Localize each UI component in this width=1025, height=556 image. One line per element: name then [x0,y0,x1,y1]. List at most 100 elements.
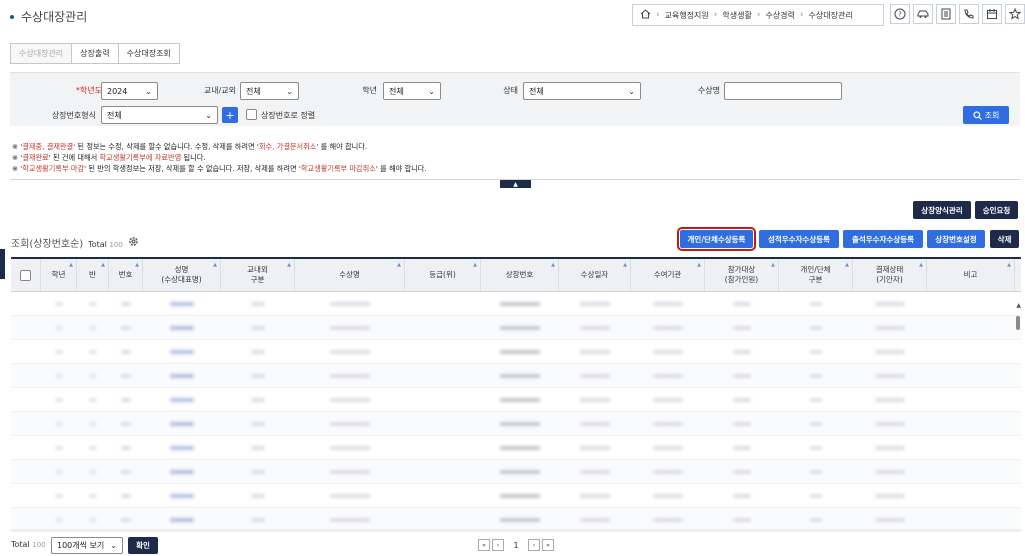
page-size-select[interactable]: 100개씩 보기 ⌄ [51,537,123,554]
column-header[interactable]: 개인/단체 구분 ▲ [779,259,853,291]
column-header[interactable]: 반 ▲ [77,259,109,291]
form-management-button[interactable]: 상장양식관리 [913,201,971,219]
status-select[interactable]: 전체 ⌄ [523,82,641,100]
sort-icon[interactable]: ▲ [213,260,217,270]
breadcrumb-item[interactable]: 교육행정지원 [665,10,709,21]
current-page[interactable]: 1 [506,541,526,550]
table-row[interactable] [11,412,1021,436]
page-size-confirm-button[interactable]: 확인 [128,537,158,554]
sort-icon[interactable]: ▲ [397,260,401,270]
table-cell [143,460,221,483]
grade-select[interactable]: 전체 ⌄ [383,82,441,100]
next-page-icon[interactable]: › [528,539,540,551]
approval-request-button[interactable]: 승인요청 [975,201,1018,219]
star-icon[interactable] [1005,4,1025,24]
breadcrumb-item[interactable]: 학생생활 [722,10,751,21]
breadcrumb-item[interactable]: 수상대장관리 [809,10,853,21]
column-header[interactable]: 참가대상 (참가인원) ▲ [705,259,779,291]
sort-icon[interactable]: ▲ [287,260,291,270]
table-row[interactable] [11,484,1021,508]
tab-certificate-print[interactable]: 상장출력 [72,43,119,64]
award-name-input[interactable] [724,82,842,100]
prev-page-icon[interactable]: ‹ [492,539,504,551]
column-header[interactable]: 번호 ▲ [109,259,143,291]
redacted-value [330,325,370,330]
column-header[interactable]: 수상일자 ▲ [559,259,631,291]
sort-icon[interactable]: ▲ [697,260,701,270]
year-select[interactable]: 2024 ⌄ [101,82,158,100]
column-header[interactable]: 성명 (수상대표명) ▲ [143,259,221,291]
side-panel-handle[interactable] [0,249,5,279]
column-header[interactable]: 교내외 구분 ▲ [221,259,295,291]
sort-icon[interactable]: ▲ [1007,260,1011,270]
redacted-value [810,325,822,330]
search-button[interactable]: 조회 [963,106,1009,124]
table-row[interactable] [11,508,1021,529]
grade-excellence-award-register-button[interactable]: 성적우수자수상등록 [759,230,839,248]
table-row[interactable] [11,292,1021,316]
column-header[interactable]: 수상명 ▲ [295,259,405,291]
vertical-scrollbar-thumb[interactable] [1016,316,1020,330]
sort-icon[interactable]: ▲ [135,260,139,270]
total-count: Total 100 [88,240,123,249]
column-header[interactable]: 등급(위) ▲ [405,259,481,291]
redacted-value [500,517,540,522]
select-all-header[interactable] [11,259,41,291]
car-icon[interactable] [913,4,933,24]
calendar-icon[interactable] [982,4,1002,24]
first-page-icon[interactable]: « [478,539,490,551]
column-header[interactable]: 상장번호 ▲ [481,259,559,291]
scroll-up-icon[interactable]: ▲ [1016,302,1021,309]
tab-award-register[interactable]: 수상대장관리 [10,43,73,64]
redacted-value [251,301,265,306]
attendance-excellence-award-register-button[interactable]: 출석우수자수상등록 [843,230,923,248]
individual-group-award-register-button[interactable]: 개인/단체수상등록 [677,227,756,251]
table-row[interactable] [11,316,1021,340]
table-header: 학년 ▲ 반 ▲ 번호 ▲ 성명 (수상대표명) ▲ 교내외 구분 ▲ 수상명 ▲ 등급(위) ▲ 상장번호… [11,259,1021,292]
phone-icon[interactable] [959,4,979,24]
table-cell [109,508,143,529]
horizontal-scrollbar[interactable] [11,529,1021,532]
redacted-value [251,421,265,426]
breadcrumb-item[interactable]: 수상경력 [765,10,794,21]
sort-icon[interactable]: ▲ [101,260,105,270]
delete-button[interactable]: 삭제 [990,230,1019,248]
sort-icon[interactable]: ▲ [919,260,923,270]
column-header[interactable]: 수여기관 ▲ [631,259,705,291]
last-page-icon[interactable]: » [542,539,554,551]
certificate-number-setting-button[interactable]: 상장번호설정 [927,230,985,248]
format-select[interactable]: 전체 ⌄ [101,106,218,124]
table-row[interactable] [11,436,1021,460]
table-cell [927,340,1015,363]
column-header[interactable]: 학년 ▲ [41,259,77,291]
sort-by-number-checkbox[interactable] [246,109,257,120]
column-header[interactable]: 결재상태 (기안자) ▲ [853,259,927,291]
help-icon[interactable]: ? [890,4,910,24]
sort-icon[interactable]: ▲ [551,260,555,270]
table-cell [559,460,631,483]
table-row[interactable] [11,460,1021,484]
gear-icon[interactable] [128,236,139,250]
table-cell [41,388,77,411]
add-format-button[interactable]: + [222,107,238,123]
select-all-checkbox[interactable] [20,269,31,281]
sort-icon[interactable]: ▲ [623,260,627,270]
inout-select[interactable]: 전체 ⌄ [240,82,299,100]
sort-icon[interactable]: ▲ [845,260,849,270]
table-row[interactable] [11,340,1021,364]
table-row[interactable] [11,388,1021,412]
collapse-toggle-button[interactable]: ▲ [500,180,531,188]
document-icon[interactable] [936,4,956,24]
tab-award-register-view[interactable]: 수상대장조회 [118,43,180,64]
column-header-label: 개인/단체 구분 [800,265,831,284]
table-cell [109,340,143,363]
home-icon[interactable] [640,9,651,21]
redacted-value [90,373,96,378]
sort-icon[interactable]: ▲ [473,260,477,270]
sort-icon[interactable]: ▲ [771,260,775,270]
redacted-value [810,445,822,450]
redacted-value [170,397,194,402]
sort-icon[interactable]: ▲ [69,260,73,270]
table-row[interactable] [11,364,1021,388]
column-header[interactable]: 비고 ▲ [927,259,1015,291]
